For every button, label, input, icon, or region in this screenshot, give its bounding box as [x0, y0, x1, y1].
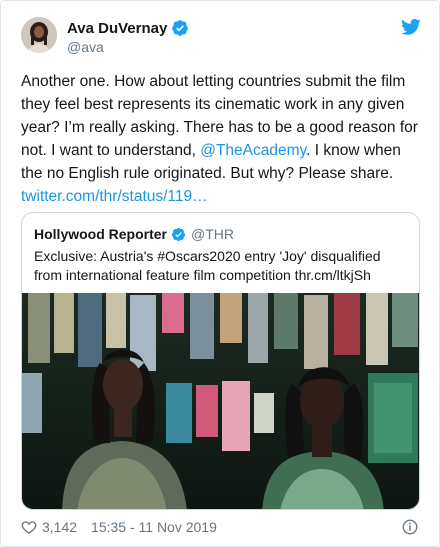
film-still-photo	[22, 293, 419, 509]
author-names: Ava DuVernay @ava	[67, 18, 189, 55]
quoted-verified-badge-icon	[171, 227, 186, 241]
verified-badge-icon	[172, 20, 189, 36]
avatar-photo	[21, 17, 57, 53]
timestamp[interactable]: 15:35 - 11 Nov 2019	[91, 519, 217, 535]
quoted-media-image[interactable]	[22, 293, 419, 509]
quoted-tweet[interactable]: Hollywood Reporter @THR Exclusive: Austr…	[21, 212, 420, 510]
tweet-text: Another one. How about letting countries…	[21, 70, 423, 208]
tweet-header: Ava DuVernay @ava	[21, 15, 425, 63]
avatar[interactable]	[21, 17, 57, 53]
quoted-url-link[interactable]: twitter.com/thr/status/119…	[21, 188, 208, 205]
mention-link[interactable]: @TheAcademy	[200, 142, 306, 159]
tweet-card: Ava DuVernay @ava Another one. How about…	[0, 0, 440, 547]
quoted-header: Hollywood Reporter @THR	[34, 225, 234, 243]
tweet-footer: 3,142 15:35 - 11 Nov 2019	[21, 517, 419, 537]
quoted-display-name[interactable]: Hollywood Reporter	[34, 226, 167, 242]
likes-count[interactable]: 3,142	[42, 519, 77, 535]
quoted-text: Exclusive: Austria's #Oscars2020 entry '…	[34, 248, 381, 283]
quoted-handle[interactable]: @THR	[191, 226, 234, 242]
info-icon[interactable]	[401, 518, 419, 536]
heart-icon[interactable]	[21, 519, 37, 535]
author-handle[interactable]: @ava	[67, 39, 189, 55]
twitter-bird-icon[interactable]	[401, 17, 421, 37]
author-display-name[interactable]: Ava DuVernay	[67, 20, 167, 37]
